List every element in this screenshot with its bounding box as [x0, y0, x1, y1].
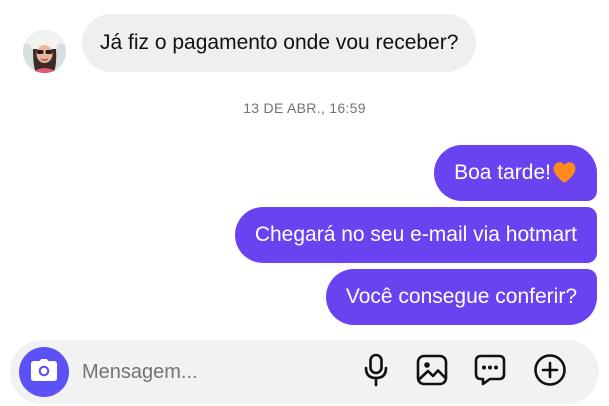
sticker-icon [473, 353, 507, 392]
incoming-message-bubble[interactable]: Já fiz o pagamento onde vou receber? [82, 14, 477, 72]
incoming-message-text: Já fiz o pagamento onde vou receber? [100, 31, 459, 54]
outgoing-message-text: Boa tarde! [454, 161, 551, 184]
chat-screen: Já fiz o pagamento onde vou receber? 13 … [0, 0, 609, 406]
outgoing-message-bubble[interactable]: Você consegue conferir? [325, 269, 597, 325]
outgoing-message-text: Você consegue conferir? [345, 285, 577, 308]
microphone-button[interactable] [358, 353, 394, 392]
avatar-photo [23, 30, 66, 73]
message-composer [10, 340, 599, 404]
add-icon [533, 353, 567, 392]
gallery-icon [416, 354, 448, 391]
outgoing-message-bubble[interactable]: Boa tarde! [434, 145, 597, 201]
avatar[interactable] [23, 30, 66, 73]
camera-button[interactable] [19, 347, 69, 397]
sticker-button[interactable] [472, 354, 508, 390]
orange-heart-icon [552, 150, 577, 206]
outgoing-message-text: Chegará no seu e-mail via hotmart [254, 223, 577, 246]
camera-icon [30, 358, 58, 387]
add-button[interactable] [532, 353, 568, 392]
outgoing-message-bubble[interactable]: Chegará no seu e-mail via hotmart [234, 207, 597, 263]
gallery-button[interactable] [414, 354, 450, 390]
microphone-icon [363, 353, 389, 392]
message-timestamp: 13 DE ABR., 16:59 [243, 100, 366, 116]
message-input[interactable] [82, 356, 342, 388]
